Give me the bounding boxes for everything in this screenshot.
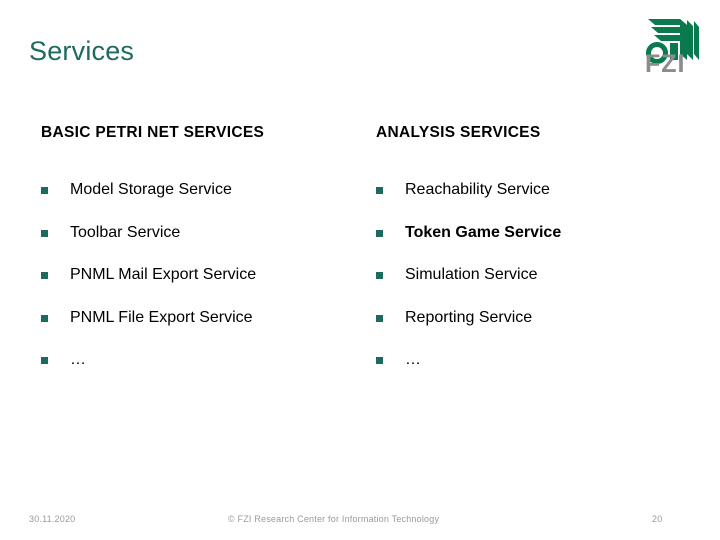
list-item-label: Simulation Service xyxy=(405,266,538,283)
bullet-square-icon xyxy=(376,314,383,322)
service-list-analysis: Reachability Service Token Game Service … xyxy=(376,181,676,369)
slide-canvas: FZI Services BASIC PETRI NET SERVICES Mo… xyxy=(0,0,720,540)
list-item: Reachability Service xyxy=(376,181,676,199)
list-item: Toolbar Service xyxy=(41,224,361,242)
list-item: Model Storage Service xyxy=(41,181,361,199)
list-item: Reporting Service xyxy=(376,309,676,327)
list-item-label: … xyxy=(405,351,421,368)
fzi-wordmark: FZI xyxy=(645,50,686,78)
list-item-label: Token Game Service xyxy=(405,223,562,241)
list-item-label: PNML File Export Service xyxy=(70,308,253,326)
bullet-square-icon xyxy=(41,357,48,364)
list-item-label: Toolbar Service xyxy=(70,223,181,241)
bullet-square-icon xyxy=(41,229,48,237)
footer-page-number: 20 xyxy=(652,514,663,524)
page-title: Services xyxy=(29,36,135,66)
list-item-label: Model Storage Service xyxy=(70,181,232,198)
list-item-label: … xyxy=(70,351,86,368)
column-header: BASIC PETRI NET SERVICES xyxy=(41,124,265,141)
bullet-square-icon xyxy=(41,314,48,322)
bullet-square-icon xyxy=(376,187,383,194)
column-analysis-services: ANALYSIS SERVICES Reachability Service T… xyxy=(376,124,676,369)
bullet-square-icon xyxy=(376,357,383,364)
list-item-label: PNML Mail Export Service xyxy=(70,266,257,283)
accent-band xyxy=(694,83,720,540)
list-item: Simulation Service xyxy=(376,266,676,284)
bullet-square-icon xyxy=(376,272,383,279)
column-header: ANALYSIS SERVICES xyxy=(376,124,541,141)
bullet-square-icon xyxy=(41,187,48,194)
footer-date: 30.11.2020 xyxy=(29,514,76,524)
list-item-label: Reachability Service xyxy=(405,181,550,198)
list-item: … xyxy=(41,351,361,369)
service-list-basic: Model Storage Service Toolbar Service PN… xyxy=(41,181,361,369)
list-item: … xyxy=(376,351,676,369)
list-item: Token Game Service xyxy=(376,224,676,242)
column-basic-petri-net-services: BASIC PETRI NET SERVICES Model Storage S… xyxy=(41,124,361,369)
bullet-square-icon xyxy=(41,272,48,279)
list-item: PNML Mail Export Service xyxy=(41,266,361,284)
footer-copyright: © FZI Research Center for Information Te… xyxy=(228,514,440,524)
list-item-label: Reporting Service xyxy=(405,308,533,326)
bullet-square-icon xyxy=(376,229,383,237)
list-item: PNML File Export Service xyxy=(41,309,361,327)
